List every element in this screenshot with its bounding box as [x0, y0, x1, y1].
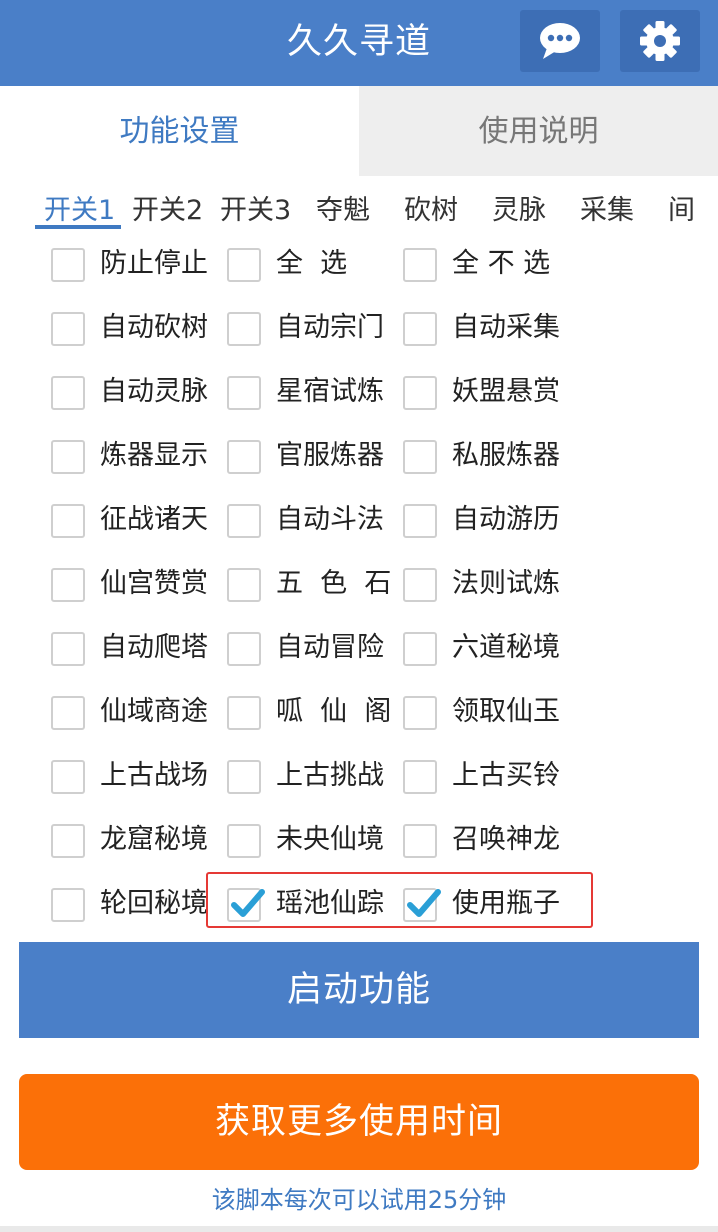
option-label[interactable]: 官服炼器 [276, 426, 384, 486]
option-checkbox[interactable] [403, 632, 437, 666]
option-label[interactable]: 妖盟悬赏 [452, 362, 560, 422]
active-subtab-indicator [35, 225, 121, 229]
option-checkbox[interactable] [51, 440, 85, 474]
option-label[interactable]: 上古买铃 [452, 746, 560, 806]
option-label[interactable]: 六道秘境 [452, 618, 560, 678]
option-checkbox[interactable] [51, 376, 85, 410]
start-button[interactable]: 启动功能 [19, 942, 699, 1038]
option-checkbox[interactable] [51, 760, 85, 794]
option-label[interactable]: 自动游历 [452, 490, 560, 550]
gear-icon [640, 21, 680, 61]
option-label[interactable]: 私服炼器 [452, 426, 560, 486]
option-checkbox[interactable] [51, 248, 85, 282]
subtab-bar: 开关1 开关2 开关3 夺魁 砍树 灵脉 采集 间 [0, 176, 718, 236]
option-checkbox[interactable] [227, 376, 261, 410]
option-checkbox[interactable] [227, 312, 261, 346]
option-checkbox[interactable] [403, 376, 437, 410]
option-checkbox[interactable] [227, 248, 261, 282]
more-time-button[interactable]: 获取更多使用时间 [19, 1074, 699, 1170]
option-checkbox[interactable] [403, 824, 437, 858]
option-label[interactable]: 法则试炼 [452, 554, 560, 614]
option-row: 炼器显示 官服炼器 私服炼器 [0, 426, 718, 490]
subtab-kanshu[interactable]: 砍树 [404, 188, 458, 227]
option-label[interactable]: 全 选 [276, 234, 347, 294]
option-row: 上古战场 上古挑战 上古买铃 [0, 746, 718, 810]
option-label[interactable]: 上古战场 [100, 746, 208, 806]
option-row: 自动灵脉 星宿试炼 妖盟悬赏 [0, 362, 718, 426]
option-label[interactable]: 自动冒险 [276, 618, 384, 678]
option-label[interactable]: 炼器显示 [100, 426, 208, 486]
option-checkbox[interactable] [51, 568, 85, 602]
option-label[interactable]: 领取仙玉 [452, 682, 560, 742]
option-label[interactable]: 星宿试炼 [276, 362, 384, 422]
option-checkbox[interactable] [403, 760, 437, 794]
option-checkbox[interactable] [403, 568, 437, 602]
option-checkbox[interactable] [403, 696, 437, 730]
option-checkbox[interactable] [51, 632, 85, 666]
option-row: 龙窟秘境 未央仙境 召唤神龙 [0, 810, 718, 874]
option-row: 自动砍树 自动宗门 自动采集 [0, 298, 718, 362]
option-checkbox[interactable] [227, 504, 261, 538]
option-checkbox[interactable] [403, 504, 437, 538]
option-label[interactable]: 仙域商途 [100, 682, 208, 742]
option-label[interactable]: 防止停止 [100, 234, 208, 294]
option-checkbox[interactable] [227, 632, 261, 666]
option-row: 自动爬塔 自动冒险 六道秘境 [0, 618, 718, 682]
subtab-switch2[interactable]: 开关2 [132, 188, 203, 227]
subtab-duokui[interactable]: 夺魁 [316, 188, 370, 227]
option-checkbox[interactable] [227, 568, 261, 602]
bottom-strip [0, 1226, 718, 1232]
highlight-box [206, 872, 593, 928]
settings-button[interactable] [620, 10, 700, 72]
option-checkbox[interactable] [51, 888, 85, 922]
option-row: 仙宫赞赏 五 色 石 法则试炼 [0, 554, 718, 618]
option-label[interactable]: 全 不 选 [452, 234, 550, 294]
subtab-lingmai[interactable]: 灵脉 [492, 188, 546, 227]
option-label[interactable]: 自动采集 [452, 298, 560, 358]
subtab-switch1[interactable]: 开关1 [44, 188, 115, 227]
option-row: 防止停止 全 选 全 不 选 [0, 234, 718, 298]
option-label[interactable]: 自动斗法 [276, 490, 384, 550]
option-checkbox[interactable] [227, 696, 261, 730]
option-label[interactable]: 自动爬塔 [100, 618, 208, 678]
option-label[interactable]: 仙宫赞赏 [100, 554, 208, 614]
tab-function-settings[interactable]: 功能设置 [0, 86, 359, 176]
option-label[interactable]: 上古挑战 [276, 746, 384, 806]
option-label[interactable]: 自动砍树 [100, 298, 208, 358]
app-header: 久久寻道 [0, 0, 718, 86]
option-label[interactable]: 呱 仙 阁 [276, 682, 391, 742]
option-label[interactable]: 轮回秘境 [100, 874, 208, 934]
option-label[interactable]: 召唤神龙 [452, 810, 560, 870]
option-checkbox[interactable] [227, 760, 261, 794]
chat-button[interactable] [520, 10, 600, 72]
option-row: 仙域商途 呱 仙 阁 领取仙玉 [0, 682, 718, 746]
option-checkbox[interactable] [51, 696, 85, 730]
option-checkbox[interactable] [403, 440, 437, 474]
subtab-more[interactable]: 间 [668, 188, 695, 227]
tab-usage-guide[interactable]: 使用说明 [359, 86, 718, 176]
option-checkbox[interactable] [403, 248, 437, 282]
option-checkbox[interactable] [51, 312, 85, 346]
option-label[interactable]: 龙窟秘境 [100, 810, 208, 870]
subtab-switch3[interactable]: 开关3 [220, 188, 291, 227]
option-label[interactable]: 未央仙境 [276, 810, 384, 870]
option-checkbox[interactable] [403, 312, 437, 346]
option-checkbox[interactable] [227, 824, 261, 858]
option-checkbox[interactable] [51, 824, 85, 858]
option-label[interactable]: 自动宗门 [276, 298, 384, 358]
chat-bubble-icon [540, 23, 580, 59]
trial-note: 该脚本每次可以试用25分钟 [211, 1186, 507, 1214]
option-label[interactable]: 征战诸天 [100, 490, 208, 550]
option-checkbox[interactable] [51, 504, 85, 538]
app-title: 久久寻道 [286, 22, 431, 62]
option-checkbox[interactable] [227, 440, 261, 474]
main-tabs: 功能设置 使用说明 [0, 86, 718, 176]
option-row: 征战诸天 自动斗法 自动游历 [0, 490, 718, 554]
subtab-caiji[interactable]: 采集 [580, 188, 634, 227]
option-label[interactable]: 自动灵脉 [100, 362, 208, 422]
option-label[interactable]: 五 色 石 [276, 554, 391, 614]
